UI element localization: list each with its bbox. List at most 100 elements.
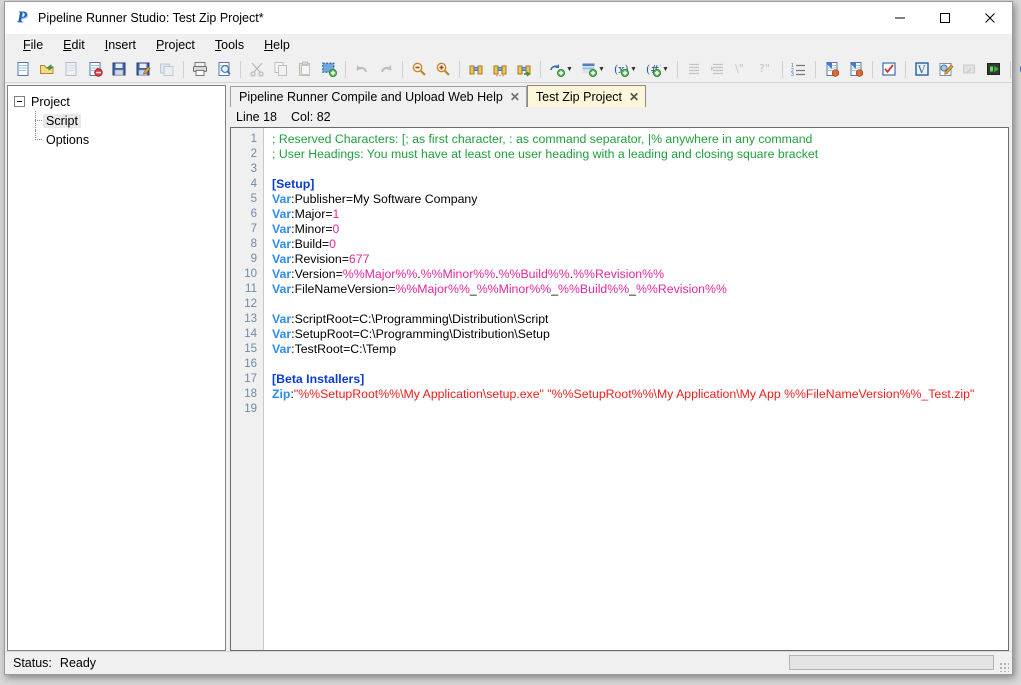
code-line[interactable]: Var:SetupRoot=C:\Programming\Distributio… [272,327,1008,342]
close-button[interactable] [967,2,1012,34]
code-line[interactable]: Var:FileNameVersion=%%Major%%_%%Minor%%_… [272,282,1008,297]
run-button[interactable] [982,57,1006,81]
save-as-button[interactable] [131,57,155,81]
maximize-button[interactable] [922,2,967,34]
insert-command-button[interactable]: ▼ [545,57,577,81]
import-project-button[interactable] [820,57,844,81]
options-button[interactable] [934,57,958,81]
indent-icon [686,61,702,77]
validate-button[interactable] [877,57,901,81]
open-file-button[interactable] [35,57,59,81]
code-line[interactable]: [Beta Installers] [272,372,1008,387]
code-line[interactable]: Zip:"%%SetupRoot%%\My Application\setup.… [272,387,1008,402]
menu-item-file[interactable]: File [13,35,53,55]
line-number: 10 [244,268,257,280]
code-line[interactable]: Var:Revision=677 [272,252,1008,267]
code-token-comment: ; Reserved Characters: [; as first chara… [272,132,813,146]
open-folder-icon [39,61,55,77]
menu-item-project[interactable]: Project [146,35,205,55]
variables-window-icon: V [914,61,930,77]
zoom-out-button[interactable] [407,57,431,81]
menu-item-tools[interactable]: Tools [205,35,254,55]
toolbar-separator [183,60,184,78]
tab-test-zip-project-close-icon[interactable]: ✕ [629,91,639,103]
editor-caret-status: Line 18 Col: 82 [230,107,1009,127]
find-button[interactable] [464,57,488,81]
code-token-plain: :TestRoot=C:\Temp [291,342,397,356]
code-line[interactable]: Var:Build=0 [272,237,1008,252]
code-token-plain: :FileNameVersion= [291,282,396,296]
code-token-comment: ; User Headings: You must have at least … [272,147,819,161]
zoom-in-button[interactable] [431,57,455,81]
tab-web-help[interactable]: Pipeline Runner Compile and Upload Web H… [230,86,527,107]
tree-node-options[interactable]: Options [14,130,225,149]
code-line[interactable] [272,357,1008,372]
code-line[interactable]: Var:TestRoot=C:\Temp [272,342,1008,357]
code-token-section: [Beta Installers] [272,372,365,386]
code-line[interactable] [272,297,1008,312]
code-line[interactable]: ; Reserved Characters: [; as first chara… [272,132,1008,147]
code-line[interactable]: Var:ScriptRoot=C:\Programming\Distributi… [272,312,1008,327]
toolbar-separator [677,60,678,78]
menu-label-project: roject [164,38,195,52]
variables-button[interactable]: V [910,57,934,81]
code-text-area[interactable]: ; Reserved Characters: [; as first chara… [264,128,1008,650]
find-next-button[interactable] [488,57,512,81]
code-line[interactable]: Var:Major=1 [272,207,1008,222]
print-preview-icon [216,61,232,77]
line-numbers-button[interactable]: 123 [787,57,811,81]
menu-item-help[interactable]: Help [254,35,300,55]
main-body: Project Script Options Pipeline Runner C… [5,83,1012,651]
line-number: 7 [250,223,257,235]
line-number: 16 [244,358,257,370]
code-line[interactable]: [Setup] [272,177,1008,192]
chevron-down-icon[interactable]: ▼ [566,66,573,73]
code-line[interactable]: Var:Publisher=My Software Company [272,192,1008,207]
print-preview-button[interactable] [212,57,236,81]
code-token-cmd: Var [272,252,292,266]
code-token-plain: :ScriptRoot=C:\Programming\Distribution\… [291,312,549,326]
new-file-button[interactable] [11,57,35,81]
print-button[interactable] [188,57,212,81]
code-line[interactable]: ; User Headings: You must have at least … [272,147,1008,162]
save-button[interactable] [107,57,131,81]
insert-number-button[interactable]: (#)▼ [641,57,673,81]
code-token-var: %%Major%% [342,267,418,281]
tab-web-help-close-icon[interactable]: ✕ [510,91,520,103]
pipeline-runner-logo-icon: P [17,9,27,26]
tree-node-project[interactable]: Project [14,92,225,111]
toolbar-separator [815,60,816,78]
line-number: 1 [250,133,257,145]
code-line[interactable]: Var:Version=%%Major%%.%%Minor%%.%%Build%… [272,267,1008,282]
minimize-button[interactable] [877,2,922,34]
toolbar: ▼▼(x)▼(#)▼\"?"123V? [5,56,1021,83]
chevron-down-icon[interactable]: ▼ [630,66,637,73]
menu-label-insert: nsert [108,38,136,52]
code-line[interactable] [272,162,1008,177]
insert-heading-button[interactable]: ▼ [577,57,609,81]
paste-button [293,57,317,81]
export-project-button[interactable] [844,57,868,81]
chevron-down-icon[interactable]: ▼ [662,66,669,73]
chevron-down-icon[interactable]: ▼ [598,66,605,73]
tab-test-zip-project[interactable]: Test Zip Project ✕ [526,85,647,107]
select-all-button[interactable] [317,57,341,81]
svg-text:?": ?" [759,62,770,75]
tree-node-script[interactable]: Script [14,111,225,130]
code-editor[interactable]: 1 2 3 4 5 6 7 8 9 10 11 12 13 14 15 16 17 18 19 ; Reserved… [230,127,1009,651]
insert-variable-button[interactable]: (x) ▼ [609,57,641,81]
line-number: 13 [244,313,257,325]
tab-test-zip-project-label: Test Zip Project [535,89,623,104]
code-line[interactable]: Var:Minor=0 [272,222,1008,237]
replace-button[interactable] [512,57,536,81]
code-line[interactable] [272,402,1008,417]
resize-grip-icon[interactable] [998,661,1009,672]
floppy-save-as-icon [135,61,151,77]
help-button[interactable]: ? [1015,57,1021,81]
menu-item-insert[interactable]: Insert [95,35,146,55]
title-bar: P Pipeline Runner Studio: Test Zip Proje… [5,2,1012,34]
application-window: P Pipeline Runner Studio: Test Zip Proje… [0,0,1021,685]
menu-item-edit[interactable]: Edit [53,35,95,55]
delete-file-button[interactable] [83,57,107,81]
collapse-expander-icon[interactable] [14,96,25,107]
